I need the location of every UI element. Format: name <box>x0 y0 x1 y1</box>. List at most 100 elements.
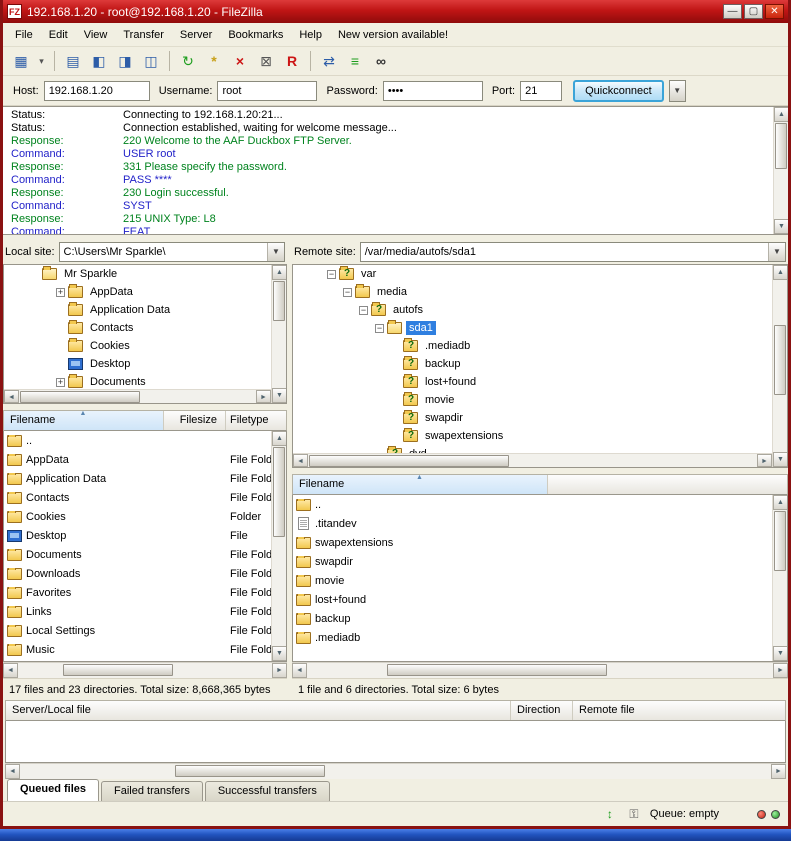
filter-icon[interactable]: ⚿ <box>626 806 642 822</box>
expand-icon[interactable] <box>56 378 65 387</box>
tree-item[interactable]: movie <box>293 391 772 409</box>
tree-item[interactable]: swapextensions <box>293 427 772 445</box>
collapse-icon[interactable] <box>327 270 336 279</box>
column-remote-file[interactable]: Remote file <box>573 701 785 720</box>
file-row[interactable]: swapdir <box>293 552 772 571</box>
tab-queued-files[interactable]: Queued files <box>7 779 99 801</box>
scroll-down-icon[interactable] <box>272 388 287 403</box>
scroll-up-icon[interactable] <box>773 265 788 280</box>
reconnect-icon[interactable]: R <box>280 50 304 72</box>
menu-bookmarks[interactable]: Bookmarks <box>220 26 291 44</box>
file-row[interactable]: CookiesFolder <box>4 507 271 526</box>
tree-item[interactable]: AppData <box>4 283 271 301</box>
directory-compare-icon[interactable]: ⇄ <box>317 50 341 72</box>
scroll-left-icon[interactable] <box>293 454 308 467</box>
column-filename[interactable]: ▲Filename <box>293 475 548 494</box>
tree-item[interactable]: Cookies <box>4 337 271 355</box>
tree-item[interactable]: Documents <box>4 373 271 389</box>
scroll-right-icon[interactable] <box>272 663 287 678</box>
file-row[interactable]: DesktopFile <box>4 526 271 545</box>
file-row[interactable]: Local SettingsFile Folder <box>4 621 271 640</box>
toggle-local-tree-icon[interactable]: ◧ <box>87 50 111 72</box>
scroll-right-icon[interactable] <box>773 663 788 678</box>
site-manager-icon[interactable]: ▦ <box>9 50 33 72</box>
password-input[interactable] <box>383 81 483 101</box>
column-filename[interactable]: ▲Filename <box>4 411 164 430</box>
expand-icon[interactable] <box>56 288 65 297</box>
find-files-icon[interactable]: ∞ <box>369 50 393 72</box>
scroll-right-icon[interactable] <box>256 390 271 403</box>
scroll-left-icon[interactable] <box>292 663 307 678</box>
remote-site-combo[interactable]: /var/media/autofs/sda1 ▼ <box>360 242 786 262</box>
scroll-left-icon[interactable] <box>5 764 20 779</box>
file-row[interactable]: LinksFile Folder <box>4 602 271 621</box>
tree-item[interactable]: autofs <box>293 301 772 319</box>
file-row[interactable]: swapextensions <box>293 533 772 552</box>
local-list-scrollbar[interactable] <box>271 431 286 661</box>
menu-edit[interactable]: Edit <box>41 26 76 44</box>
scroll-down-icon[interactable] <box>272 646 287 661</box>
file-row[interactable]: .. <box>293 495 772 514</box>
file-row[interactable]: Application DataFile Folder <box>4 469 271 488</box>
scroll-right-icon[interactable] <box>757 454 772 467</box>
username-input[interactable] <box>217 81 317 101</box>
column-filesize[interactable]: Filesize <box>164 411 226 430</box>
file-row[interactable]: .titandev <box>293 514 772 533</box>
tree-item[interactable]: Application Data <box>4 301 271 319</box>
scroll-left-icon[interactable] <box>4 390 19 403</box>
sync-browse-icon[interactable]: ≡ <box>343 50 367 72</box>
tree-item[interactable]: backup <box>293 355 772 373</box>
file-row[interactable]: DocumentsFile Folder <box>4 545 271 564</box>
port-input[interactable] <box>520 81 562 101</box>
tree-item[interactable]: swapdir <box>293 409 772 427</box>
scroll-up-icon[interactable] <box>773 495 788 510</box>
file-row[interactable]: movie <box>293 571 772 590</box>
site-manager-dropdown-icon[interactable]: ▾ <box>35 50 48 72</box>
collapse-icon[interactable] <box>359 306 368 315</box>
tab-successful-transfers[interactable]: Successful transfers <box>205 781 330 801</box>
tree-item[interactable]: dvd <box>293 445 772 453</box>
tree-item[interactable]: Desktop <box>4 355 271 373</box>
combo-dropdown-icon[interactable]: ▼ <box>768 243 785 261</box>
file-row[interactable]: .mediadb <box>293 628 772 647</box>
log-scrollbar[interactable] <box>773 107 788 234</box>
remote-tree-hscrollbar[interactable] <box>293 453 772 467</box>
queue-body[interactable] <box>5 721 786 763</box>
tab-failed-transfers[interactable]: Failed transfers <box>101 781 203 801</box>
menu-transfer[interactable]: Transfer <box>115 26 172 44</box>
menu-view[interactable]: View <box>76 26 116 44</box>
scroll-left-icon[interactable] <box>3 663 18 678</box>
menu-file[interactable]: File <box>7 26 41 44</box>
close-button[interactable]: ✕ <box>765 4 784 19</box>
file-row[interactable]: AppDataFile Folder <box>4 450 271 469</box>
refresh-icon[interactable]: ↻ <box>176 50 200 72</box>
file-row[interactable]: DownloadsFile Folder <box>4 564 271 583</box>
tree-item[interactable]: .mediadb <box>293 337 772 355</box>
process-queue-icon[interactable]: * <box>202 50 226 72</box>
combo-dropdown-icon[interactable]: ▼ <box>267 243 284 261</box>
file-row[interactable]: lost+found <box>293 590 772 609</box>
scroll-up-icon[interactable] <box>774 107 788 122</box>
tree-item[interactable]: media <box>293 283 772 301</box>
toggle-remote-tree-icon[interactable]: ◨ <box>113 50 137 72</box>
menu-help[interactable]: Help <box>291 26 330 44</box>
file-row[interactable]: backup <box>293 609 772 628</box>
remote-list-scrollbar[interactable] <box>772 495 787 661</box>
scroll-down-icon[interactable] <box>774 219 788 234</box>
local-tree-scrollbar[interactable] <box>271 265 286 403</box>
toggle-transfer-queue-icon[interactable]: ◫ <box>139 50 163 72</box>
file-row[interactable]: ContactsFile Folder <box>4 488 271 507</box>
speed-limits-icon[interactable]: ↕ <box>602 806 618 822</box>
tree-item[interactable]: sda1 <box>293 319 772 337</box>
queue-hscrollbar[interactable] <box>5 763 786 779</box>
column-direction[interactable]: Direction <box>511 701 573 720</box>
local-list-hscrollbar[interactable] <box>3 662 287 678</box>
file-row[interactable]: .. <box>4 431 271 450</box>
scroll-down-icon[interactable] <box>773 646 788 661</box>
file-row[interactable]: MusicFile Folder <box>4 640 271 659</box>
quickconnect-button[interactable]: Quickconnect <box>573 80 664 102</box>
collapse-icon[interactable] <box>343 288 352 297</box>
disconnect-icon[interactable]: ⊠ <box>254 50 278 72</box>
tree-item[interactable]: var <box>293 265 772 283</box>
local-tree-hscrollbar[interactable] <box>4 389 271 403</box>
